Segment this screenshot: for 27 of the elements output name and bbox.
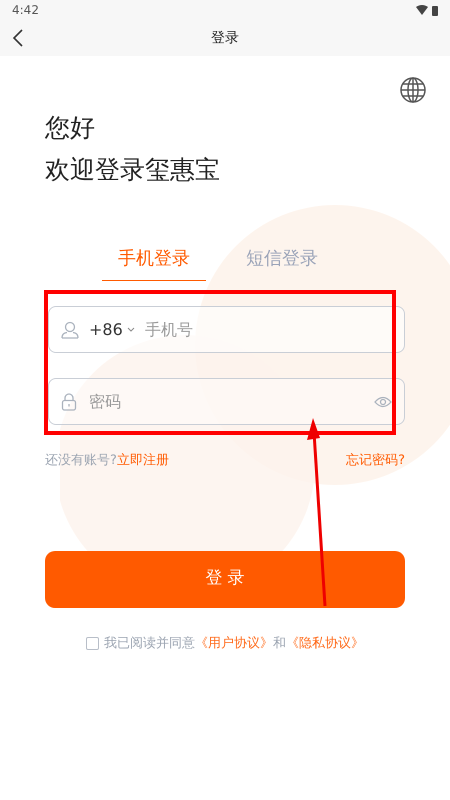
country-code[interactable]: +86 bbox=[89, 318, 123, 342]
battery-icon bbox=[432, 4, 438, 16]
login-tab[interactable]: 手机登录 bbox=[102, 245, 206, 281]
password-field[interactable]: 密码 bbox=[48, 378, 405, 425]
phone-field[interactable]: +86 手机号 bbox=[48, 306, 405, 353]
caret-icon[interactable] bbox=[126, 326, 135, 332]
agreement-checkbox[interactable] bbox=[86, 636, 99, 650]
register-prompt: 还没有账号? bbox=[45, 452, 117, 470]
password-placeholder: 密码 bbox=[89, 390, 122, 412]
back-icon[interactable] bbox=[12, 29, 24, 47]
greeting-text: 欢迎登录玺惠宝 bbox=[45, 154, 221, 186]
login-button[interactable]: 登 录 bbox=[45, 550, 405, 608]
phone-placeholder: 手机号 bbox=[144, 318, 193, 340]
login-tab[interactable]: 短信登录 bbox=[230, 245, 334, 281]
status-time: 4:42 bbox=[12, 2, 39, 19]
user-icon bbox=[61, 320, 79, 338]
agreement-text: 我已阅读并同意《用户协议》和《隐私协议》 bbox=[104, 634, 364, 652]
agreement-link[interactable]: 《用户协议》 bbox=[195, 636, 273, 650]
wifi-icon bbox=[416, 5, 428, 15]
page-title: 登录 bbox=[211, 28, 239, 48]
agreement-link[interactable]: 《隐私协议》 bbox=[286, 636, 364, 650]
eye-icon[interactable] bbox=[374, 396, 392, 408]
lock-icon bbox=[61, 392, 77, 410]
greeting-text: 您好 bbox=[45, 112, 96, 144]
register-link[interactable]: 立即注册 bbox=[116, 451, 169, 470]
globe-icon[interactable] bbox=[400, 77, 426, 103]
forgot-password-link[interactable]: 忘记密码? bbox=[346, 451, 405, 470]
